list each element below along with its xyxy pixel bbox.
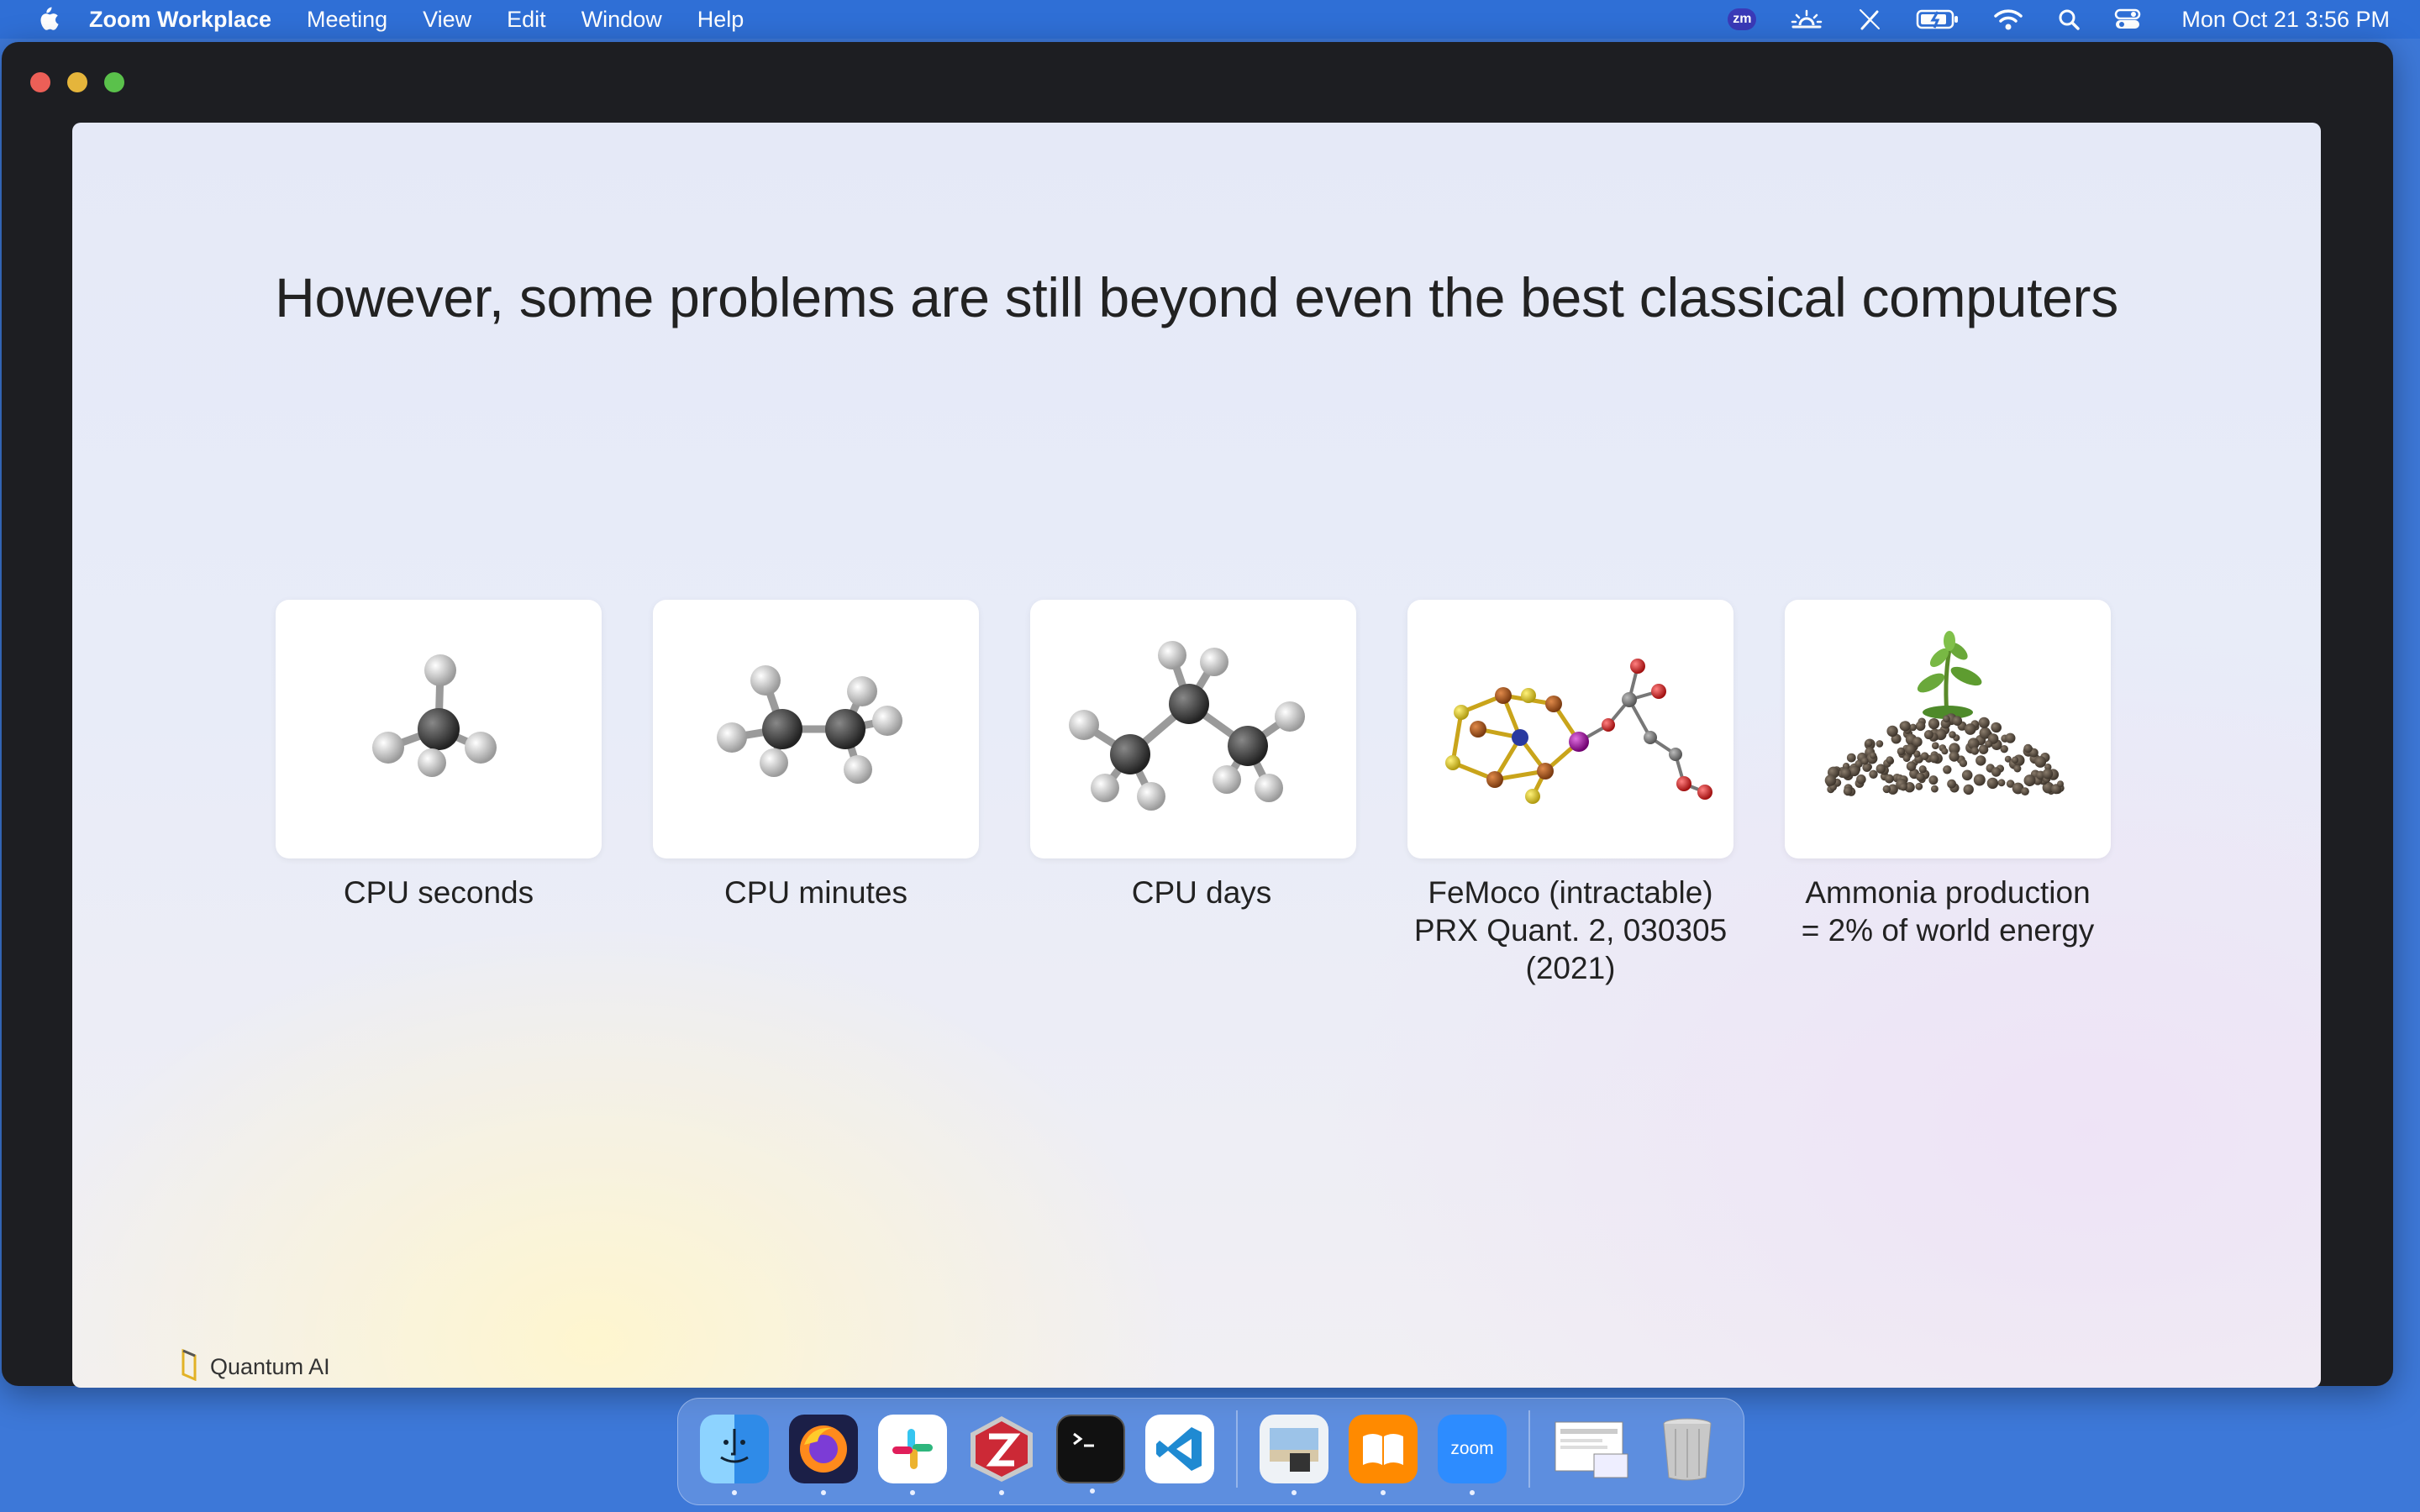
quantum-ai-logo-icon bbox=[180, 1347, 200, 1387]
card-cpu-seconds bbox=[276, 600, 602, 858]
fertilizer-pile-image bbox=[1824, 631, 2065, 796]
running-indicator bbox=[999, 1490, 1004, 1495]
dock-books-icon[interactable] bbox=[1349, 1415, 1418, 1495]
dock-preview-icon[interactable] bbox=[1260, 1415, 1328, 1495]
caption-line: PRX Quant. 2, 030305 bbox=[1413, 913, 1728, 948]
dock-separator bbox=[1528, 1410, 1530, 1488]
menubar-clock[interactable]: Mon Oct 21 3:56 PM bbox=[2181, 7, 2390, 33]
femoco-cluster-image bbox=[1445, 659, 1712, 804]
running-indicator bbox=[1090, 1488, 1095, 1494]
dock: zoom bbox=[677, 1398, 1744, 1505]
running-indicator bbox=[732, 1490, 737, 1495]
pen-disabled-icon[interactable] bbox=[1857, 7, 1882, 32]
zoom-badge: zm bbox=[1728, 8, 1757, 30]
menu-app-name[interactable]: Zoom Workplace bbox=[89, 7, 271, 33]
window-minimize-button[interactable] bbox=[67, 72, 87, 92]
menu-bar: Zoom Workplace Meeting View Edit Window … bbox=[0, 0, 2420, 39]
brand-label: Quantum AI bbox=[210, 1354, 330, 1379]
caption-line: (2021) bbox=[1525, 951, 1616, 985]
caption-line: FeMoco (intractable) bbox=[1428, 875, 1713, 910]
menu-view[interactable]: View bbox=[423, 7, 471, 33]
dock-finder-icon[interactable] bbox=[700, 1415, 769, 1495]
card-cpu-minutes bbox=[653, 600, 979, 858]
slide-title: However, some problems are still beyond … bbox=[275, 266, 2118, 328]
zoom-share-window: However, some problems are still beyond … bbox=[2, 42, 2393, 1388]
running-indicator bbox=[1470, 1490, 1475, 1495]
dock-separator bbox=[1236, 1410, 1238, 1488]
wifi-icon[interactable] bbox=[1993, 8, 2023, 31]
caption-femoco: FeMoco (intractable) PRX Quant. 2, 03030… bbox=[1394, 874, 1747, 987]
quantum-ai-brand: Quantum AI bbox=[180, 1347, 330, 1387]
zoom-status-icon[interactable]: zm bbox=[1728, 8, 1757, 30]
caption-cpu-seconds: CPU seconds bbox=[262, 874, 615, 911]
caption-cpu-minutes: CPU minutes bbox=[639, 874, 992, 911]
battery-icon[interactable] bbox=[1916, 8, 1960, 30]
menu-edit[interactable]: Edit bbox=[507, 7, 546, 33]
caption-line: CPU seconds bbox=[343, 875, 534, 910]
dock-firefox-icon[interactable] bbox=[789, 1415, 858, 1495]
card-ammonia bbox=[1785, 600, 2111, 858]
card-cpu-days bbox=[1030, 600, 1356, 858]
apple-menu-icon[interactable] bbox=[30, 3, 64, 36]
dock-zoom-label: zoom bbox=[1450, 1439, 1494, 1458]
dock-slack-icon[interactable] bbox=[878, 1415, 947, 1495]
dock-trash-icon[interactable] bbox=[1653, 1415, 1722, 1483]
dock-zotero-icon[interactable] bbox=[967, 1415, 1036, 1495]
card-femoco bbox=[1407, 600, 1733, 858]
window-maximize-button[interactable] bbox=[104, 72, 124, 92]
running-indicator bbox=[1381, 1490, 1386, 1495]
dock-zoom-icon[interactable]: zoom bbox=[1438, 1415, 1507, 1495]
caption-ammonia: Ammonia production = 2% of world energy bbox=[1771, 874, 2124, 949]
menu-window[interactable]: Window bbox=[581, 7, 662, 33]
control-center-icon[interactable] bbox=[2114, 8, 2141, 31]
running-indicator bbox=[1292, 1490, 1297, 1495]
dock-screenshot-stack-icon[interactable] bbox=[1552, 1415, 1633, 1483]
caption-line: CPU minutes bbox=[724, 875, 908, 910]
caption-line: Ammonia production bbox=[1805, 875, 2091, 910]
caption-cpu-days: CPU days bbox=[1025, 874, 1378, 911]
methane-molecule-image bbox=[372, 654, 497, 777]
propane-molecule-image bbox=[1069, 641, 1305, 811]
menu-help[interactable]: Help bbox=[697, 7, 744, 33]
window-close-button[interactable] bbox=[30, 72, 50, 92]
dock-terminal-icon[interactable] bbox=[1056, 1415, 1125, 1494]
caption-line: CPU days bbox=[1131, 875, 1272, 910]
spotlight-search-icon[interactable] bbox=[2057, 8, 2081, 31]
dock-vscode-icon[interactable] bbox=[1145, 1415, 1214, 1483]
menu-meeting[interactable]: Meeting bbox=[307, 7, 387, 33]
ethane-molecule-image bbox=[717, 665, 902, 784]
shared-slide: However, some problems are still beyond … bbox=[72, 123, 2321, 1388]
caption-line: = 2% of world energy bbox=[1801, 913, 2095, 948]
running-indicator bbox=[910, 1490, 915, 1495]
brightness-icon[interactable] bbox=[1790, 8, 1823, 30]
running-indicator bbox=[821, 1490, 826, 1495]
